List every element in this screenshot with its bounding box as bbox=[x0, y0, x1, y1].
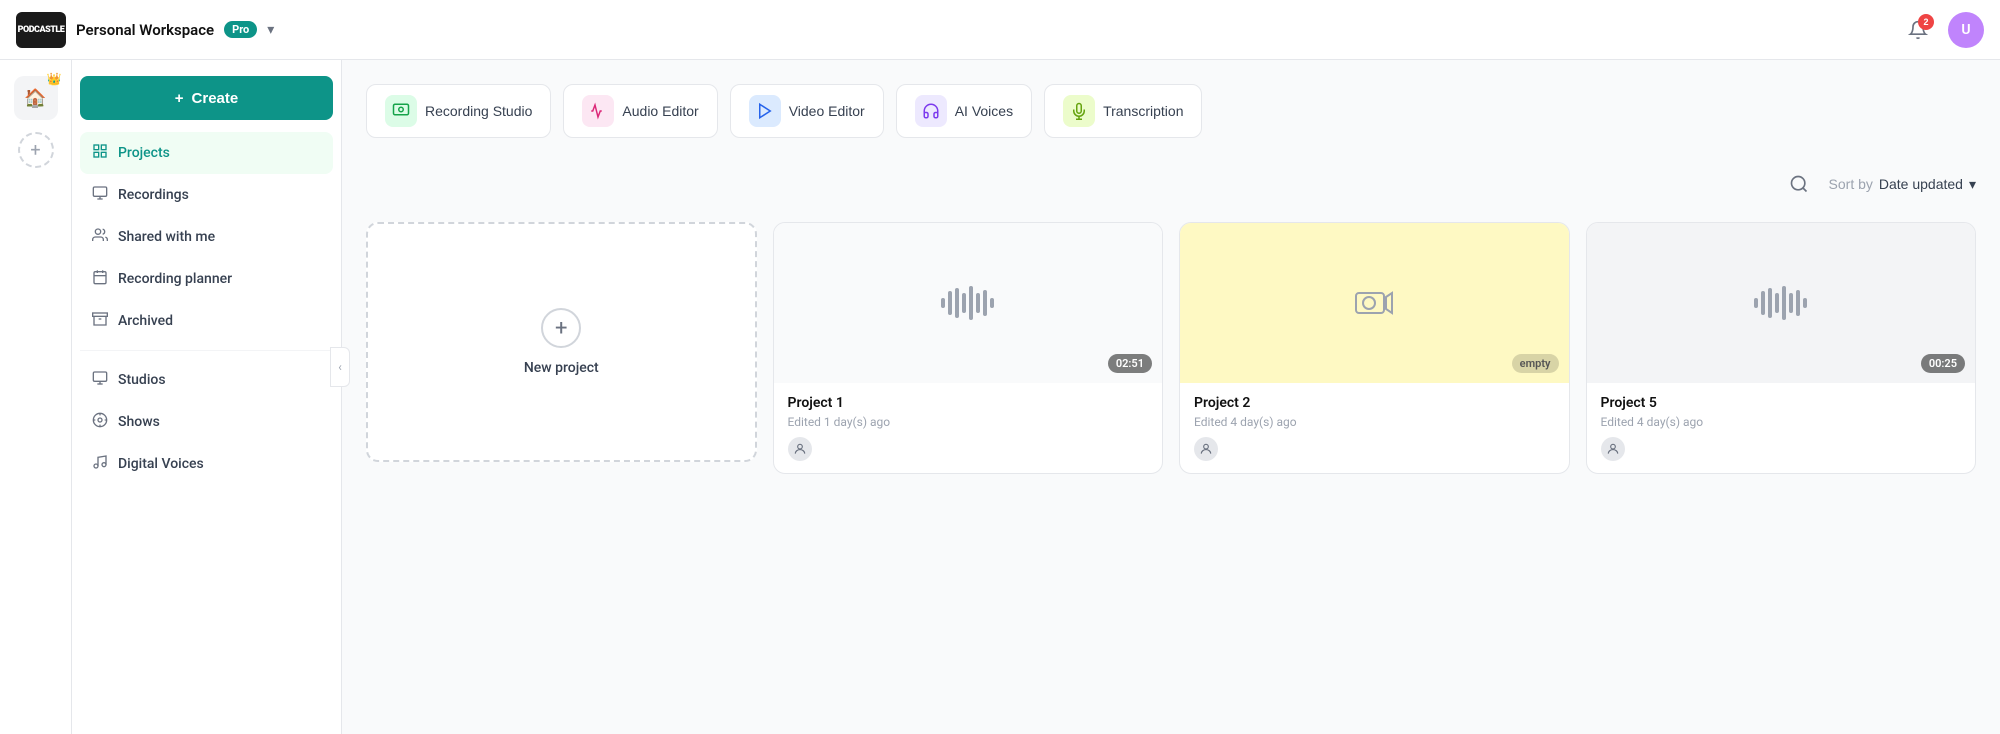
ai-voices-label: AI Voices bbox=[955, 103, 1013, 119]
sidebar-item-planner[interactable]: Recording planner bbox=[80, 258, 333, 300]
main-content: Recording Studio Audio Editor Video Edit… bbox=[342, 60, 2000, 734]
shared-icon bbox=[92, 227, 108, 247]
recording-studio-button[interactable]: Recording Studio bbox=[366, 84, 551, 138]
video-editor-button[interactable]: Video Editor bbox=[730, 84, 884, 138]
avatar[interactable]: U bbox=[1948, 12, 1984, 48]
projects-grid: + New project 02:51 Project 1 bbox=[366, 222, 1976, 474]
topbar: PODCASTLE Personal Workspace Pro ▾ 2 U bbox=[0, 0, 2000, 60]
studios-icon bbox=[92, 370, 108, 390]
rail-home-icon[interactable]: 👑 🏠 bbox=[14, 76, 58, 120]
audio-editor-label: Audio Editor bbox=[622, 103, 698, 119]
video-editor-icon bbox=[749, 95, 781, 127]
project-1-thumb: 02:51 bbox=[774, 223, 1163, 383]
transcription-label: Transcription bbox=[1103, 103, 1183, 119]
project-5-thumb: 00:25 bbox=[1587, 223, 1976, 383]
tools-bar: Recording Studio Audio Editor Video Edit… bbox=[366, 84, 1976, 138]
project-card-1[interactable]: 02:51 Project 1 Edited 1 day(s) ago bbox=[773, 222, 1164, 474]
crown-badge: 👑 bbox=[47, 72, 62, 86]
waveform-icon bbox=[938, 283, 998, 323]
sidebar-label-projects: Projects bbox=[118, 145, 170, 161]
recordings-icon bbox=[92, 185, 108, 205]
sidebar-label-recordings: Recordings bbox=[118, 187, 189, 203]
project-5-date: Edited 4 day(s) ago bbox=[1601, 415, 1962, 429]
shows-icon bbox=[92, 412, 108, 432]
sort-button[interactable]: Sort by Date updated ▾ bbox=[1829, 176, 1976, 193]
sidebar-item-recordings[interactable]: Recordings bbox=[80, 174, 333, 216]
sidebar-item-projects[interactable]: Projects bbox=[80, 132, 333, 174]
sidebar-label-archived: Archived bbox=[118, 313, 173, 329]
sidebar-label-planner: Recording planner bbox=[118, 271, 232, 287]
sidebar-label-shows: Shows bbox=[118, 414, 160, 430]
archived-icon bbox=[92, 311, 108, 331]
logo: PODCASTLE bbox=[16, 12, 66, 48]
rail-add-button[interactable]: + bbox=[18, 132, 54, 168]
project-2-avatar bbox=[1194, 437, 1218, 461]
workspace-name: Personal Workspace bbox=[76, 21, 214, 39]
project-5-duration: 00:25 bbox=[1921, 354, 1965, 373]
sort-value: Date updated bbox=[1879, 176, 1963, 192]
create-plus-icon: + bbox=[175, 90, 184, 107]
icon-rail: 👑 🏠 + bbox=[0, 60, 72, 734]
notification-count: 2 bbox=[1918, 14, 1934, 30]
new-project-plus-icon: + bbox=[541, 308, 581, 348]
ai-voices-button[interactable]: AI Voices bbox=[896, 84, 1032, 138]
sidebar: + Create Projects Recordings bbox=[72, 60, 342, 734]
transcription-button[interactable]: Transcription bbox=[1044, 84, 1202, 138]
recording-studio-icon bbox=[385, 95, 417, 127]
sort-chevron-icon: ▾ bbox=[1969, 176, 1976, 193]
create-button[interactable]: + Create bbox=[80, 76, 333, 120]
project-2-thumb: empty bbox=[1180, 223, 1569, 383]
create-label: Create bbox=[192, 90, 239, 107]
sidebar-label-shared: Shared with me bbox=[118, 229, 215, 245]
camera-icon bbox=[1354, 285, 1394, 321]
topbar-left: PODCASTLE Personal Workspace Pro ▾ bbox=[16, 12, 274, 48]
transcription-icon bbox=[1063, 95, 1095, 127]
waveform-icon-2 bbox=[1751, 283, 1811, 323]
projects-icon bbox=[92, 143, 108, 163]
project-2-name: Project 2 bbox=[1194, 395, 1555, 411]
ai-voices-icon bbox=[915, 95, 947, 127]
sidebar-label-voices: Digital Voices bbox=[118, 456, 204, 472]
pro-badge: Pro bbox=[224, 21, 257, 38]
sidebar-item-studios[interactable]: Studios bbox=[80, 359, 333, 401]
project-1-date: Edited 1 day(s) ago bbox=[788, 415, 1149, 429]
project-card-2[interactable]: empty Project 2 Edited 4 day(s) ago bbox=[1179, 222, 1570, 474]
audio-editor-icon bbox=[582, 95, 614, 127]
notifications-button[interactable]: 2 bbox=[1900, 12, 1936, 48]
project-5-avatar bbox=[1601, 437, 1625, 461]
workspace-dropdown-icon[interactable]: ▾ bbox=[267, 22, 274, 38]
sidebar-item-archived[interactable]: Archived bbox=[80, 300, 333, 342]
collapse-sidebar-button[interactable]: ‹ bbox=[330, 347, 350, 387]
topbar-right: 2 U bbox=[1900, 12, 1984, 48]
project-card-5[interactable]: 00:25 Project 5 Edited 4 day(s) ago bbox=[1586, 222, 1977, 474]
sidebar-item-shows[interactable]: Shows bbox=[80, 401, 333, 443]
voices-icon bbox=[92, 454, 108, 474]
search-button[interactable] bbox=[1781, 166, 1817, 202]
project-5-name: Project 5 bbox=[1601, 395, 1962, 411]
video-editor-label: Video Editor bbox=[789, 103, 865, 119]
project-2-date: Edited 4 day(s) ago bbox=[1194, 415, 1555, 429]
new-project-label: New project bbox=[524, 360, 599, 376]
project-1-duration: 02:51 bbox=[1108, 354, 1152, 373]
sidebar-item-shared[interactable]: Shared with me bbox=[80, 216, 333, 258]
new-project-card[interactable]: + New project bbox=[366, 222, 757, 462]
sort-by-label: Sort by bbox=[1829, 176, 1873, 192]
audio-editor-button[interactable]: Audio Editor bbox=[563, 84, 717, 138]
project-1-avatar bbox=[788, 437, 812, 461]
project-1-name: Project 1 bbox=[788, 395, 1149, 411]
planner-icon bbox=[92, 269, 108, 289]
project-5-info: Project 5 Edited 4 day(s) ago bbox=[1587, 383, 1976, 473]
project-1-info: Project 1 Edited 1 day(s) ago bbox=[774, 383, 1163, 473]
project-2-duration: empty bbox=[1512, 354, 1559, 373]
project-2-info: Project 2 Edited 4 day(s) ago bbox=[1180, 383, 1569, 473]
sidebar-label-studios: Studios bbox=[118, 372, 166, 388]
recording-studio-label: Recording Studio bbox=[425, 103, 532, 119]
nav-divider bbox=[80, 350, 333, 351]
sidebar-item-voices[interactable]: Digital Voices bbox=[80, 443, 333, 485]
sort-row: Sort by Date updated ▾ bbox=[366, 166, 1976, 202]
